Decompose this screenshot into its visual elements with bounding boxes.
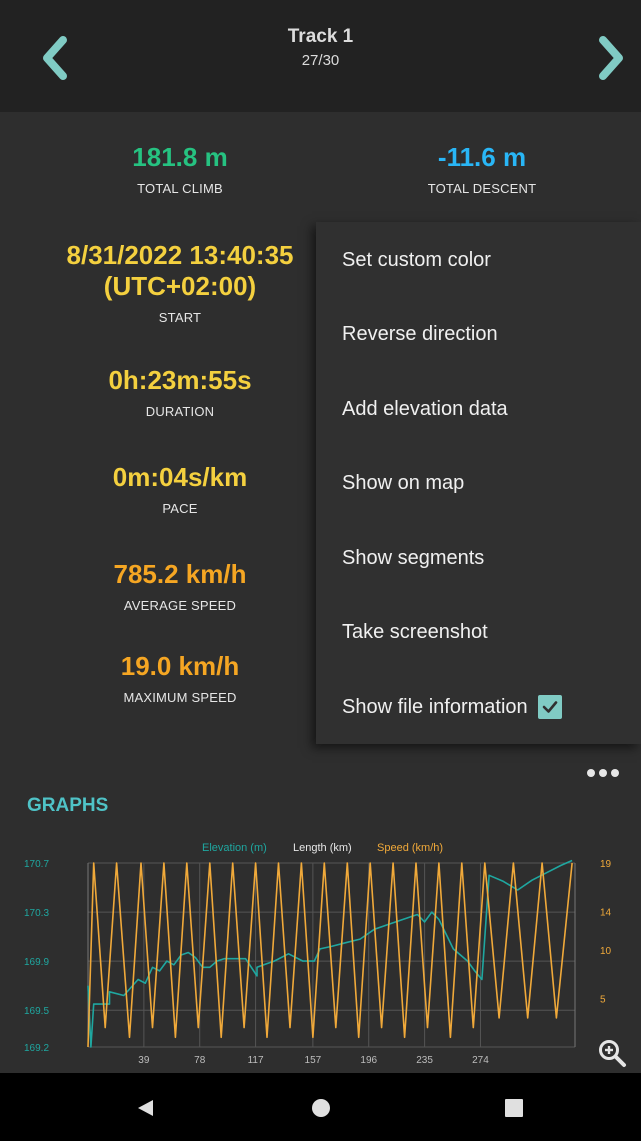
stat-total-descent: -11.6 m TOTAL DESCENT bbox=[362, 142, 602, 196]
track-graph[interactable]: Elevation (m) Length (km) Speed (km/h) 1… bbox=[0, 835, 641, 1073]
maximum-speed-label: MAXIMUM SPEED bbox=[123, 690, 237, 706]
zoom-in-icon[interactable] bbox=[597, 1038, 627, 1068]
overflow-menu: Set custom color Reverse direction Add e… bbox=[316, 222, 641, 744]
stat-average-speed: 785.2 km/h AVERAGE SPEED bbox=[30, 559, 330, 613]
menu-item-label: Show segments bbox=[342, 546, 485, 569]
start-label: START bbox=[158, 310, 202, 326]
stat-start: 8/31/2022 13:40:35 (UTC+02:00) START bbox=[30, 240, 330, 325]
menu-item-label: Show on map bbox=[342, 472, 465, 495]
nav-home-icon bbox=[312, 1099, 330, 1117]
total-climb-label: TOTAL CLIMB bbox=[137, 181, 223, 197]
x-tick-label: 196 bbox=[360, 1055, 377, 1066]
nav-back-button[interactable] bbox=[130, 1093, 160, 1123]
top-app-bar: Track 1 27/30 bbox=[0, 0, 641, 112]
nav-home-button[interactable] bbox=[306, 1093, 336, 1123]
show-file-information-checkbox[interactable] bbox=[537, 695, 562, 720]
menu-item-label: Show file information bbox=[342, 695, 528, 718]
menu-item-label: Add elevation data bbox=[342, 397, 508, 420]
title-block: Track 1 27/30 bbox=[0, 26, 641, 69]
average-speed-label: AVERAGE SPEED bbox=[123, 598, 237, 614]
y-right-tick-label: 19 bbox=[600, 859, 612, 870]
more-options-button[interactable] bbox=[578, 762, 628, 784]
pace-value: 0m:04s/km bbox=[112, 462, 248, 492]
chart-lines bbox=[87, 859, 573, 1048]
x-tick-label: 78 bbox=[194, 1055, 206, 1066]
menu-item-show-segments[interactable]: Show segments bbox=[316, 521, 641, 596]
graphs-section-title: GRAPHS bbox=[27, 795, 109, 816]
duration-label: DURATION bbox=[145, 404, 215, 420]
total-descent-value: -11.6 m bbox=[437, 142, 527, 172]
pace-label: PACE bbox=[162, 501, 198, 517]
stat-total-climb: 181.8 m TOTAL CLIMB bbox=[60, 142, 300, 196]
track-counter: 27/30 bbox=[301, 52, 340, 69]
y-right-tick-label: 10 bbox=[600, 946, 612, 957]
x-tick-label: 39 bbox=[138, 1055, 150, 1066]
menu-item-show-on-map[interactable]: Show on map bbox=[316, 447, 641, 522]
legend-speed: Speed (km/h) bbox=[377, 842, 443, 854]
menu-item-label: Set custom color bbox=[342, 248, 491, 271]
menu-item-label: Take screenshot bbox=[342, 621, 488, 644]
menu-item-label: Reverse direction bbox=[342, 323, 498, 346]
menu-item-take-screenshot[interactable]: Take screenshot bbox=[316, 596, 641, 671]
legend-elevation: Elevation (m) bbox=[202, 842, 267, 854]
menu-item-reverse-direction[interactable]: Reverse direction bbox=[316, 298, 641, 373]
legend-length: Length (km) bbox=[293, 842, 352, 854]
start-timezone-value: (UTC+02:00) bbox=[103, 271, 257, 302]
stat-duration: 0h:23m:55s DURATION bbox=[30, 365, 330, 419]
nav-back-icon bbox=[138, 1100, 153, 1116]
y-left-tick-label: 170.3 bbox=[24, 908, 49, 919]
more-horizontal-icon bbox=[587, 769, 595, 777]
duration-value: 0h:23m:55s bbox=[108, 365, 252, 395]
menu-item-set-custom-color[interactable]: Set custom color bbox=[316, 223, 641, 298]
maximum-speed-value: 19.0 km/h bbox=[120, 651, 240, 681]
start-date-value: 8/31/2022 13:40:35 bbox=[66, 240, 294, 270]
stat-pace: 0m:04s/km PACE bbox=[30, 462, 330, 516]
more-dot bbox=[611, 769, 619, 777]
x-tick-label: 117 bbox=[248, 1055, 264, 1066]
total-descent-label: TOTAL DESCENT bbox=[427, 181, 537, 197]
nav-recents-button[interactable] bbox=[499, 1093, 529, 1123]
menu-item-add-elevation-data[interactable]: Add elevation data bbox=[316, 372, 641, 447]
more-dot bbox=[599, 769, 607, 777]
x-tick-label: 274 bbox=[472, 1055, 489, 1066]
track-title: Track 1 bbox=[287, 26, 354, 47]
next-track-button[interactable] bbox=[588, 30, 636, 86]
total-climb-value: 181.8 m bbox=[132, 142, 228, 172]
system-nav-bar bbox=[0, 1073, 641, 1141]
y-right-tick-label: 14 bbox=[600, 907, 612, 918]
x-tick-label: 157 bbox=[305, 1055, 322, 1066]
speed-series-line bbox=[87, 862, 573, 1048]
average-speed-value: 785.2 km/h bbox=[113, 559, 247, 589]
nav-recents-icon bbox=[505, 1099, 523, 1117]
y-right-tick-label: 5 bbox=[600, 995, 606, 1006]
y-left-tick-label: 169.9 bbox=[24, 957, 49, 968]
menu-item-show-file-information[interactable]: Show file information bbox=[316, 670, 641, 745]
stat-maximum-speed: 19.0 km/h MAXIMUM SPEED bbox=[30, 651, 330, 705]
chevron-right-icon bbox=[599, 36, 623, 80]
y-left-tick-label: 169.2 bbox=[24, 1043, 49, 1054]
checkmark-icon bbox=[542, 701, 557, 714]
x-tick-label: 235 bbox=[416, 1055, 433, 1066]
y-left-tick-label: 169.5 bbox=[24, 1006, 49, 1017]
y-left-tick-label: 170.7 bbox=[24, 859, 49, 870]
